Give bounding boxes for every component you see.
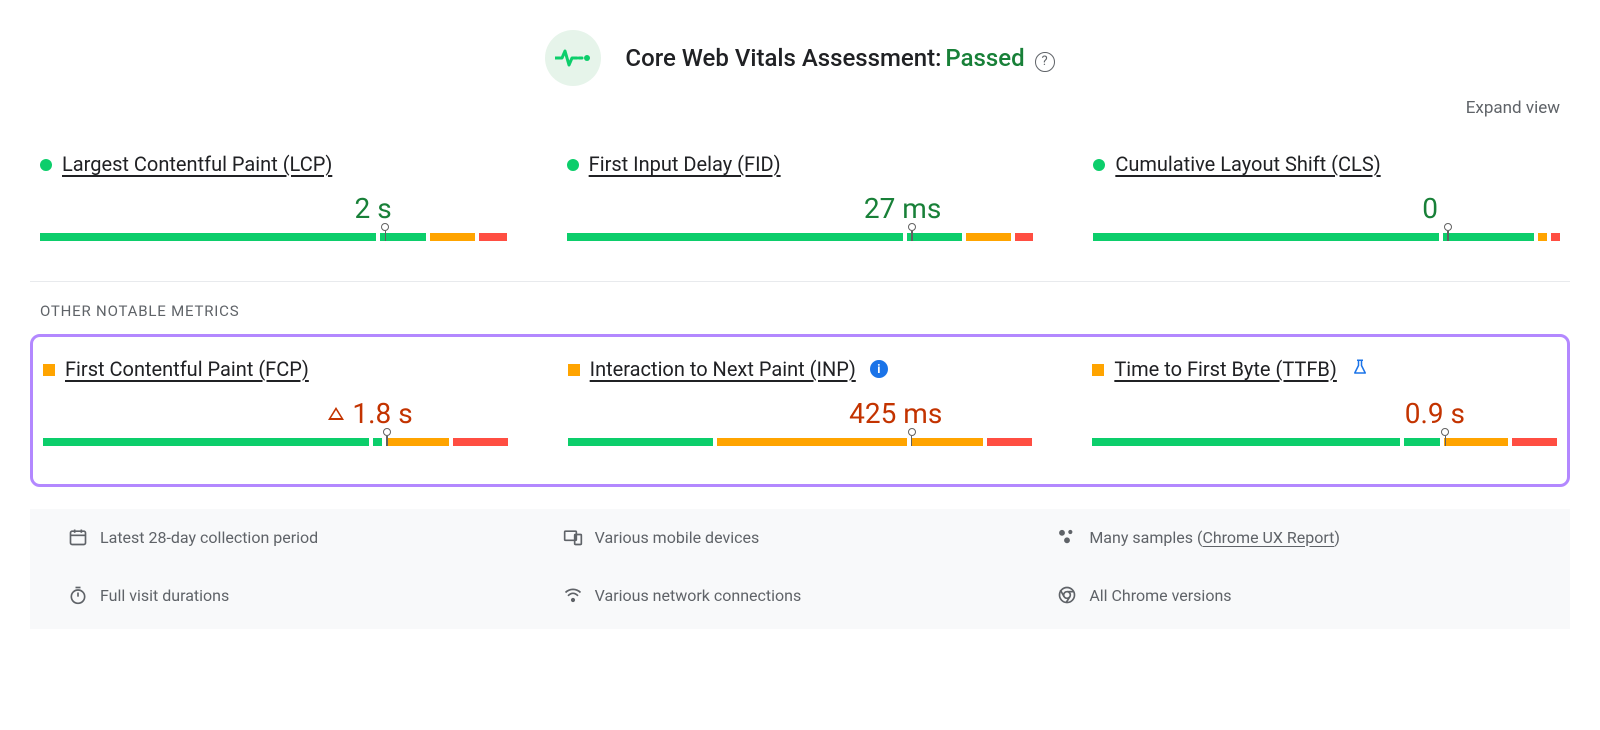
bar-segment xyxy=(987,438,1032,446)
info-connections: Various network connections xyxy=(563,585,1038,605)
metric-value: 27 ms xyxy=(864,192,941,225)
calendar-icon xyxy=(68,527,88,547)
metric-name-link[interactable]: First Input Delay (FID) xyxy=(589,152,781,176)
distribution-bar xyxy=(40,233,507,251)
status-dot-icon xyxy=(1093,159,1105,171)
assessment-header: Core Web Vitals Assessment: Passed ? xyxy=(30,20,1570,86)
bar-segment xyxy=(386,438,449,446)
status-dot-icon xyxy=(567,159,579,171)
percentile-marker-icon xyxy=(911,223,913,243)
metric-value: 2 s xyxy=(355,192,392,225)
other-metrics-row: First Contentful Paint (FCP) 1.8 s Interac… xyxy=(43,357,1557,456)
devices-icon xyxy=(563,527,583,547)
info-samples: Many samples (Chrome UX Report) xyxy=(1057,527,1532,547)
metric-name-link[interactable]: Cumulative Layout Shift (CLS) xyxy=(1115,152,1380,176)
bar-segment xyxy=(966,233,1011,241)
metric-other-2: Time to First Byte (TTFB) 0.9 s xyxy=(1092,357,1557,456)
metric-name-link[interactable]: Interaction to Next Paint (INP) xyxy=(590,357,856,381)
bar-segment xyxy=(717,438,907,446)
info-devices-text: Various mobile devices xyxy=(595,528,760,547)
bar-segment xyxy=(43,438,369,446)
distribution-bar xyxy=(1093,233,1560,251)
status-square-icon xyxy=(1092,364,1104,376)
status-square-icon xyxy=(568,364,580,376)
info-versions: All Chrome versions xyxy=(1057,585,1532,605)
distribution-bar xyxy=(567,233,1034,251)
info-versions-text: All Chrome versions xyxy=(1089,586,1231,605)
metric-name-link[interactable]: Largest Contentful Paint (LCP) xyxy=(62,152,332,176)
bar-segment xyxy=(1512,438,1557,446)
assessment-title-text: Core Web Vitals Assessment: Passed ? xyxy=(625,44,1054,72)
other-metrics-highlight: First Contentful Paint (FCP) 1.8 s Interac… xyxy=(30,334,1570,487)
bar-segment xyxy=(1404,438,1440,446)
bar-segment xyxy=(373,438,382,446)
percentile-marker-icon xyxy=(911,428,913,448)
flask-icon[interactable] xyxy=(1351,358,1369,380)
metric-core-1: First Input Delay (FID) 27 ms xyxy=(567,152,1034,251)
crux-report-link[interactable]: Chrome UX Report xyxy=(1202,528,1334,547)
info-durations-text: Full visit durations xyxy=(100,586,229,605)
bar-segment xyxy=(568,438,713,446)
info-samples-text: Many samples (Chrome UX Report) xyxy=(1089,528,1340,547)
metric-value: 0.9 s xyxy=(1405,397,1465,430)
bar-segment xyxy=(1444,438,1507,446)
distribution-bar xyxy=(1092,438,1557,456)
bar-segment xyxy=(1092,438,1400,446)
bar-segment xyxy=(1538,233,1547,241)
metric-core-2: Cumulative Layout Shift (CLS) 0 xyxy=(1093,152,1560,251)
info-collection-period: Latest 28-day collection period xyxy=(68,527,543,547)
metric-other-0: First Contentful Paint (FCP) 1.8 s xyxy=(43,357,508,456)
metric-other-1: Interaction to Next Paint (INP) i 425 ms xyxy=(568,357,1033,456)
percentile-marker-icon xyxy=(1447,223,1449,243)
expand-view-link[interactable]: Expand view xyxy=(1466,98,1560,118)
bar-segment xyxy=(1015,233,1033,241)
bar-segment xyxy=(1551,233,1560,241)
metric-name-link[interactable]: First Contentful Paint (FCP) xyxy=(65,357,309,381)
metric-name-link[interactable]: Time to First Byte (TTFB) xyxy=(1114,357,1337,381)
chrome-icon xyxy=(1057,585,1077,605)
scatter-icon xyxy=(1057,527,1077,547)
info-devices: Various mobile devices xyxy=(563,527,1038,547)
help-icon[interactable]: ? xyxy=(1035,52,1055,72)
core-metrics-row: Largest Contentful Paint (LCP) 2 s First I… xyxy=(30,136,1570,281)
info-panel: Latest 28-day collection period Various … xyxy=(30,509,1570,629)
stopwatch-icon xyxy=(68,585,88,605)
bar-segment xyxy=(40,233,376,241)
vitals-pulse-icon xyxy=(545,30,601,86)
metric-value: 0 xyxy=(1422,192,1438,225)
assessment-title-prefix: Core Web Vitals Assessment: xyxy=(625,44,941,72)
info-period-text: Latest 28-day collection period xyxy=(100,528,318,547)
wifi-icon xyxy=(563,585,583,605)
info-icon[interactable]: i xyxy=(870,360,888,378)
percentile-marker-icon xyxy=(384,223,386,243)
bar-segment xyxy=(1443,233,1534,241)
metric-value: 1.8 s xyxy=(352,397,412,430)
bar-segment xyxy=(1093,233,1439,241)
assessment-status: Passed xyxy=(945,44,1024,72)
bar-segment xyxy=(911,438,983,446)
info-connections-text: Various network connections xyxy=(595,586,802,605)
bar-segment xyxy=(567,233,903,241)
distribution-bar xyxy=(43,438,508,456)
section-divider xyxy=(30,281,1570,282)
metric-value: 425 ms xyxy=(849,397,942,430)
distribution-bar xyxy=(568,438,1033,456)
bar-segment xyxy=(479,233,506,241)
bar-segment xyxy=(453,438,507,446)
other-metrics-heading: OTHER NOTABLE METRICS xyxy=(40,302,1560,320)
bar-segment xyxy=(380,233,425,241)
bar-segment xyxy=(907,233,962,241)
status-square-icon xyxy=(43,364,55,376)
warning-icon xyxy=(328,407,344,420)
info-durations: Full visit durations xyxy=(68,585,543,605)
percentile-marker-icon xyxy=(1444,428,1446,448)
status-dot-icon xyxy=(40,159,52,171)
percentile-marker-icon xyxy=(386,428,388,448)
bar-segment xyxy=(430,233,475,241)
metric-core-0: Largest Contentful Paint (LCP) 2 s xyxy=(40,152,507,251)
